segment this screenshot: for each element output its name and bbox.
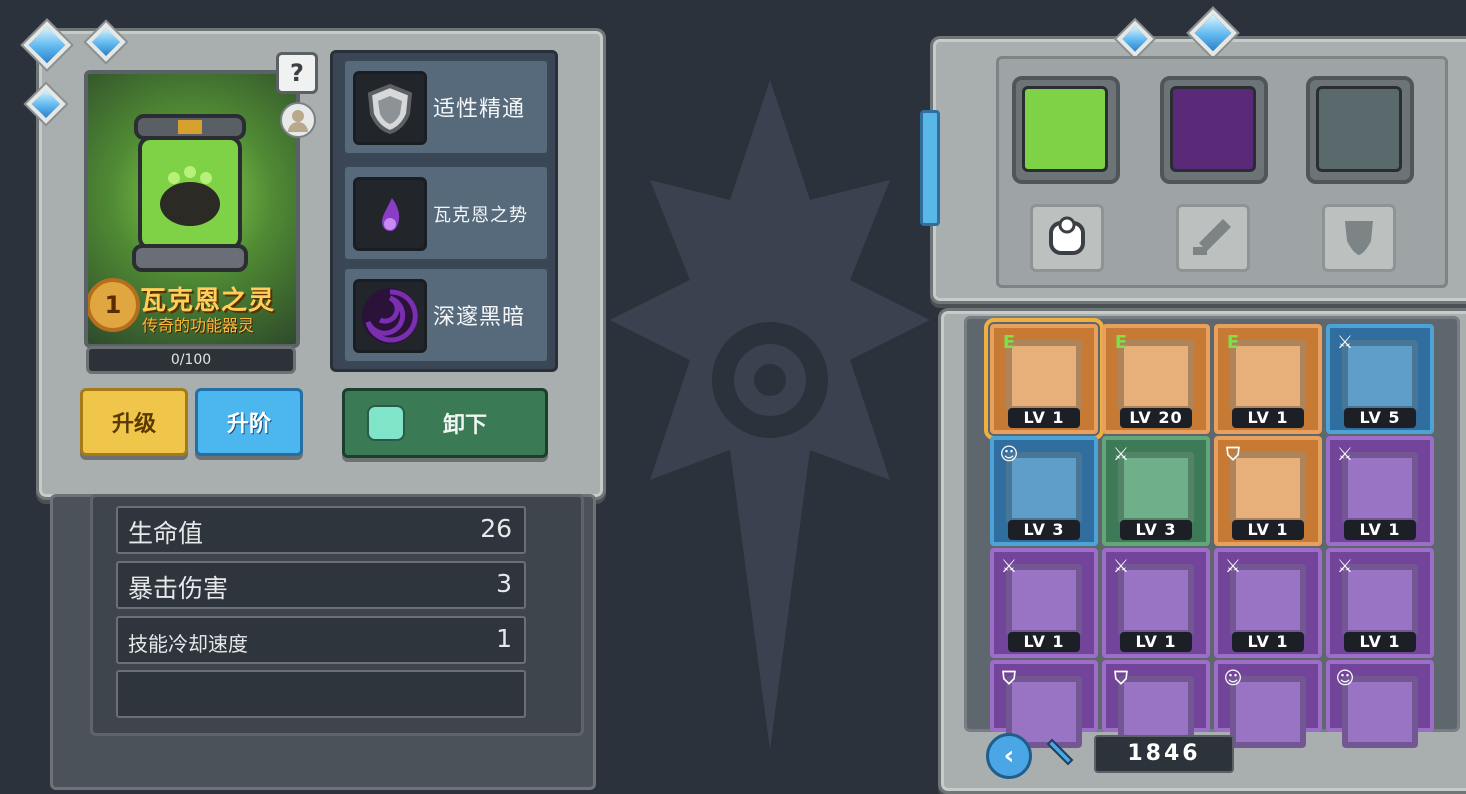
stat-label: 生命值 [128,519,204,548]
inventory-item[interactable]: E LV 1 [984,318,1104,440]
spirit-subtitle: 传奇的功能器灵 [142,316,255,335]
item-tag: ⛉ [1226,444,1240,465]
advance-button[interactable]: 升阶 [195,388,303,456]
filter-weapon[interactable] [1176,204,1250,272]
item-level: LV 5 [1344,408,1416,428]
person-icon [292,110,304,122]
inventory-item[interactable]: ⛉ [1102,660,1210,748]
item-tag: ⛉ [1114,668,1128,689]
background-emblem [610,80,930,750]
item-tag: ⚔ [1112,444,1130,465]
avatar-toggle[interactable] [280,102,316,138]
item-tag: ⚔ [1224,556,1242,577]
stat-row-crit: 暴击伤害 3 [116,561,526,609]
inventory-item[interactable]: ☺ [1214,660,1322,748]
purple-flame-icon [353,177,427,251]
xp-text: 0/100 [170,352,212,368]
item-tag: ☺ [999,444,1019,465]
inventory-item[interactable]: ⛉ LV 1 [1214,436,1322,546]
item-tag: ⚔ [1336,444,1354,465]
inventory-item[interactable]: ☺ LV 3 [990,436,1098,546]
stat-label: 技能冷却速度 [128,632,248,656]
inventory-item[interactable]: ⚔ LV 5 [1326,324,1434,434]
spirit-name-badge: 1 瓦克恩之灵 传奇的功能器灵 [88,272,296,344]
filter-spirit[interactable] [1030,204,1104,272]
item-level: LV 1 [1120,632,1192,652]
item-level: LV 1 [1008,408,1080,428]
inventory-item[interactable]: E LV 1 [1214,324,1322,434]
inventory-item[interactable]: ⚔ LV 1 [1326,548,1434,658]
item-tag: ☺ [1335,668,1355,689]
skill-label: 适性精通 [433,97,526,122]
item-tag: ⚔ [1336,332,1354,353]
dark-vortex-icon [353,279,427,353]
canister-spirit-icon [1022,86,1108,172]
shield-icon [353,71,427,145]
unequip-button[interactable]: 卸下 [342,388,548,458]
item-tag: E [1226,332,1240,353]
stat-value: 26 [480,514,512,543]
shield-filter-icon [1345,221,1373,255]
sword-filter-icon [1193,219,1231,255]
skill-label: 深邃黑暗 [433,305,526,330]
stat-row-empty [116,670,526,718]
item-tag: ⛉ [1002,668,1016,689]
wrench-icon [1046,736,1076,766]
left-edge-tab[interactable] [920,110,940,226]
canister-spirit-icon [132,114,248,272]
inventory-item[interactable]: ⛉ [990,660,1098,748]
tab-spirit[interactable] [1012,76,1120,184]
currency-counter: 1846 [1094,735,1234,773]
stat-label: 暴击伤害 [128,574,229,603]
inventory-item[interactable]: ⚔ LV 3 [1102,436,1210,546]
spirit-filter-icon [1049,216,1085,255]
item-level: LV 1 [1232,520,1304,540]
inventory-item[interactable]: ⚔ LV 1 [1102,548,1210,658]
purple-wizard-icon [1170,86,1256,172]
item-level: LV 3 [1008,520,1080,540]
inventory-item[interactable]: ⚔ LV 1 [1326,436,1434,546]
item-tag: ⚔ [1336,556,1354,577]
stat-row-cooldown: 技能冷却速度 1 [116,616,526,664]
stat-row-hp: 生命值 26 [116,506,526,554]
stat-value: 3 [496,569,512,598]
inventory-item[interactable]: E LV 20 [1102,324,1210,434]
filter-armor[interactable] [1322,204,1396,272]
stat-value: 1 [496,624,512,653]
item-level: LV 1 [1344,520,1416,540]
spiked-helmet-icon [1316,86,1402,172]
skill-slot-3[interactable]: 深邃黑暗 [342,266,550,364]
fist-icon [367,405,405,441]
tab-armor[interactable] [1306,76,1414,184]
xp-bar: 0/100 [86,346,296,374]
inventory-item[interactable]: ☺ [1326,660,1434,748]
item-tag: ☺ [1223,668,1243,689]
item-level: LV 1 [1008,632,1080,652]
skill-slot-1[interactable]: 适性精通 [342,58,550,156]
inventory-item[interactable]: ⚔ LV 1 [990,548,1098,658]
spirit-card[interactable]: 1 瓦克恩之灵 传奇的功能器灵 [84,70,300,348]
item-level: LV 20 [1120,408,1192,428]
skill-slot-2[interactable]: 瓦克恩之势 [342,164,550,262]
person-body [288,122,308,132]
item-level: LV 1 [1232,632,1304,652]
unequip-label: 卸下 [442,413,487,438]
rank-badge: 1 [88,278,140,332]
item-level: LV 3 [1120,520,1192,540]
skill-label: 瓦克恩之势 [433,205,528,226]
inventory-item[interactable]: ⚔ LV 1 [1214,548,1322,658]
tab-weapon[interactable] [1160,76,1268,184]
item-tag: ⚔ [1112,556,1130,577]
back-arrow-icon[interactable]: ‹ [986,733,1032,779]
item-tag: ⚔ [1000,556,1018,577]
item-level: LV 1 [1344,632,1416,652]
item-tag: E [1002,332,1016,353]
item-tag: E [1114,332,1128,353]
help-button[interactable]: ? [276,52,318,94]
item-level: LV 1 [1232,408,1304,428]
upgrade-button[interactable]: 升级 [80,388,188,456]
